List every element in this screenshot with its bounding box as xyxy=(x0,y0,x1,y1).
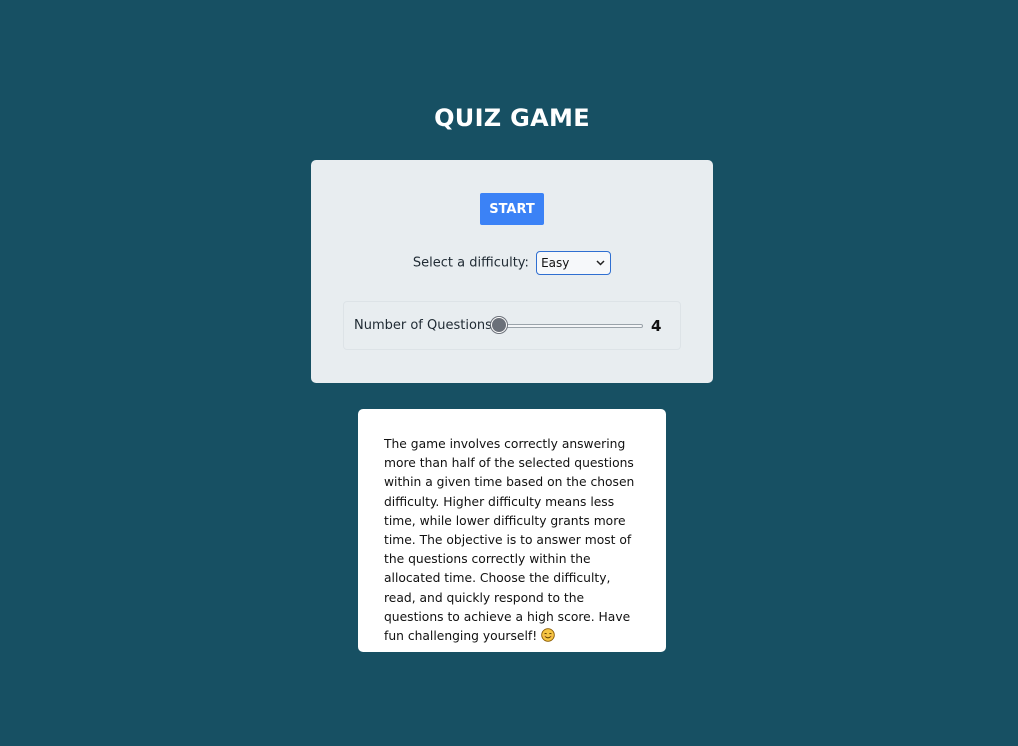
page-title: QUIZ GAME xyxy=(434,104,590,132)
difficulty-row: Select a difficulty: Easy xyxy=(311,251,713,275)
instructions-card: The game involves correctly answering mo… xyxy=(358,409,666,652)
instructions-text: The game involves correctly answering mo… xyxy=(384,435,642,646)
questions-control: Number of Questions: 4 xyxy=(343,301,681,350)
questions-slider[interactable] xyxy=(491,317,643,335)
instructions-body: The game involves correctly answering mo… xyxy=(384,437,635,644)
difficulty-selected-value: Easy xyxy=(541,256,570,270)
slider-thumb[interactable] xyxy=(491,317,507,333)
chevron-down-icon xyxy=(596,252,605,283)
questions-label: Number of Questions: xyxy=(354,318,497,333)
start-button[interactable]: START xyxy=(480,193,544,225)
difficulty-select[interactable]: Easy xyxy=(536,251,612,275)
questions-count: 4 xyxy=(651,317,662,335)
difficulty-label: Select a difficulty: xyxy=(412,255,529,271)
smiling-face-icon xyxy=(541,628,555,642)
settings-panel: START Select a difficulty: Easy Number o… xyxy=(311,160,713,383)
slider-track xyxy=(491,324,643,328)
